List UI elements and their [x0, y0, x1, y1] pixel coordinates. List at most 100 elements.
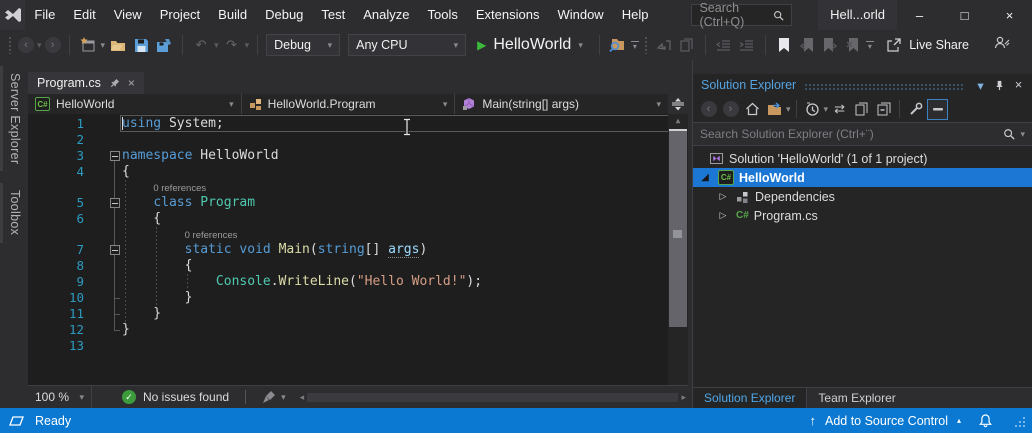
toolbar-drag-handle[interactable] — [8, 36, 13, 54]
codelens-references[interactable]: 0 references — [28, 180, 668, 195]
expand-arrow-icon[interactable]: ▷ — [715, 210, 731, 221]
toolbar-drag-handle[interactable] — [644, 36, 649, 54]
line-number[interactable]: 7 — [28, 242, 84, 258]
tree-item-dependencies[interactable]: ▷Dependencies — [693, 187, 1032, 206]
home-icon[interactable] — [742, 99, 763, 120]
scroll-up-arrow[interactable]: ▲ — [668, 114, 688, 127]
collapse-all-button[interactable] — [873, 99, 894, 120]
send-feedback-icon[interactable] — [994, 35, 1010, 55]
tree-item-solution-helloworld-1-of-1-project[interactable]: Solution 'HelloWorld' (1 of 1 project) — [693, 149, 1032, 168]
code-line-9[interactable]: 9 Console.WriteLine("Hello World!"); — [28, 274, 668, 290]
code-cleanup-button[interactable]: ▾ — [262, 390, 286, 404]
start-debugging-button[interactable]: ▶ HelloWorld ▾ — [469, 33, 591, 57]
editor-horizontal-scrollbar[interactable]: ◂ ▸ — [300, 386, 686, 408]
navigate-forward-button[interactable]: › — [45, 37, 61, 53]
resize-grip[interactable] — [1014, 416, 1026, 428]
background-tasks-icon[interactable] — [8, 414, 25, 428]
menu-item-view[interactable]: View — [105, 0, 151, 30]
collapse-region-button[interactable] — [110, 151, 120, 161]
collapse-region-button[interactable] — [110, 198, 120, 208]
line-number[interactable]: 3 — [28, 148, 84, 164]
search-options-dropdown[interactable]: ▾ — [1020, 129, 1025, 140]
collapse-region-button[interactable] — [110, 245, 120, 255]
editor-zoom-select[interactable]: 100 % ▾ — [28, 386, 92, 408]
new-project-button[interactable] — [78, 35, 98, 55]
save-button[interactable] — [131, 35, 151, 55]
toolbar-overflow-button[interactable]: ▾ — [866, 41, 874, 49]
code-line-2[interactable]: 2 — [28, 132, 668, 148]
line-number[interactable]: 10 — [28, 290, 84, 306]
decrease-indent-icon[interactable] — [714, 35, 734, 55]
code-line-8[interactable]: 8 { — [28, 258, 668, 274]
solution-explorer-search-input[interactable]: Search Solution Explorer (Ctrl+¨) ▾ — [693, 122, 1032, 146]
breadcrumb-type-dropdown[interactable]: HelloWorld.Program ▾ — [242, 94, 456, 114]
close-panel-icon[interactable]: × — [1009, 76, 1028, 95]
redo-button[interactable]: ↷ — [222, 35, 242, 55]
editor-vertical-scrollbar[interactable]: ▲ — [668, 114, 688, 385]
scroll-right-arrow[interactable]: ▸ — [681, 392, 686, 403]
line-number[interactable]: 4 — [28, 164, 84, 180]
menu-item-edit[interactable]: Edit — [64, 0, 104, 30]
code-line-10[interactable]: 10 } — [28, 290, 668, 306]
source-control-dropdown[interactable]: ▴ — [957, 416, 961, 425]
menu-item-debug[interactable]: Debug — [256, 0, 312, 30]
toolbar-overflow-button[interactable]: ▾ — [631, 41, 639, 49]
back-button[interactable]: ‹ — [698, 99, 719, 120]
vertical-scrollbar-thumb[interactable] — [669, 129, 687, 327]
notifications-bell-icon[interactable] — [978, 413, 993, 428]
increase-indent-icon[interactable] — [737, 35, 757, 55]
code-line-12[interactable]: 12} — [28, 322, 668, 338]
code-line-6[interactable]: 6 { — [28, 211, 668, 227]
line-number[interactable]: 5 — [28, 195, 84, 211]
line-number[interactable]: 11 — [28, 306, 84, 322]
refresh-button[interactable] — [851, 99, 872, 120]
server-explorer-tab[interactable]: Server Explorer — [0, 66, 28, 171]
menu-item-file[interactable]: File — [25, 0, 64, 30]
pin-icon[interactable] — [109, 78, 120, 89]
menu-item-analyze[interactable]: Analyze — [354, 0, 418, 30]
clear-bookmarks-button[interactable] — [843, 35, 863, 55]
show-all-files-button[interactable] — [927, 99, 948, 120]
menu-item-project[interactable]: Project — [151, 0, 209, 30]
tab-program-cs[interactable]: Program.cs × — [28, 72, 144, 94]
next-bookmark-button[interactable] — [820, 35, 840, 55]
undo-button[interactable]: ↶ — [191, 35, 211, 55]
solution-explorer-titlebar[interactable]: Solution Explorer ▾ × — [693, 74, 1032, 96]
forward-button[interactable]: › — [720, 99, 741, 120]
code-line-4[interactable]: 4{ — [28, 164, 668, 180]
new-project-dropdown[interactable]: ▾ — [101, 40, 106, 51]
breadcrumb-member-dropdown[interactable]: Main(string[] args) ▾ — [455, 94, 668, 114]
menu-item-test[interactable]: Test — [312, 0, 354, 30]
undo-dropdown[interactable]: ▾ — [214, 40, 219, 51]
menu-item-extensions[interactable]: Extensions — [467, 0, 549, 30]
pending-changes-filter-button[interactable] — [802, 99, 823, 120]
menu-item-help[interactable]: Help — [613, 0, 658, 30]
code-lines[interactable]: 1using System;23namespace HelloWorld4{0 … — [28, 114, 668, 385]
tab-solution-explorer[interactable]: Solution Explorer — [693, 388, 807, 408]
window-position-dropdown[interactable]: ▾ — [971, 76, 990, 95]
duplicate-lines-icon[interactable] — [677, 35, 697, 55]
code-line-1[interactable]: 1using System; — [28, 116, 668, 132]
sync-with-active-document-button[interactable]: ⇄ — [829, 99, 850, 120]
redo-dropdown[interactable]: ▾ — [245, 40, 250, 51]
code-line-5[interactable]: 5 class Program — [28, 195, 668, 211]
navigate-back-button[interactable]: ‹ — [18, 37, 34, 53]
menu-item-build[interactable]: Build — [209, 0, 256, 30]
horizontal-scrollbar-thumb[interactable] — [307, 393, 678, 402]
previous-bookmark-button[interactable] — [797, 35, 817, 55]
code-line-13[interactable]: 13 — [28, 338, 668, 354]
toggle-bookmark-button[interactable] — [774, 35, 794, 55]
add-to-source-control-button[interactable]: Add to Source Control — [825, 414, 948, 428]
solution-platform-select[interactable]: Any CPU ▾ — [348, 34, 466, 56]
live-share-button[interactable]: Live Share — [886, 38, 969, 53]
code-line-3[interactable]: 3namespace HelloWorld — [28, 148, 668, 164]
tree-item-helloworld[interactable]: ◢C#HelloWorld — [693, 168, 1032, 187]
pin-icon[interactable] — [990, 76, 1009, 95]
split-window-handle[interactable] — [668, 94, 688, 114]
open-file-button[interactable] — [108, 35, 128, 55]
maximize-button[interactable]: □ — [942, 0, 987, 30]
code-editor[interactable]: 1using System;23namespace HelloWorld4{0 … — [28, 114, 688, 385]
properties-icon[interactable] — [905, 99, 926, 120]
save-all-button[interactable] — [154, 35, 174, 55]
tree-item-program-cs[interactable]: ▷C#Program.cs — [693, 206, 1032, 225]
